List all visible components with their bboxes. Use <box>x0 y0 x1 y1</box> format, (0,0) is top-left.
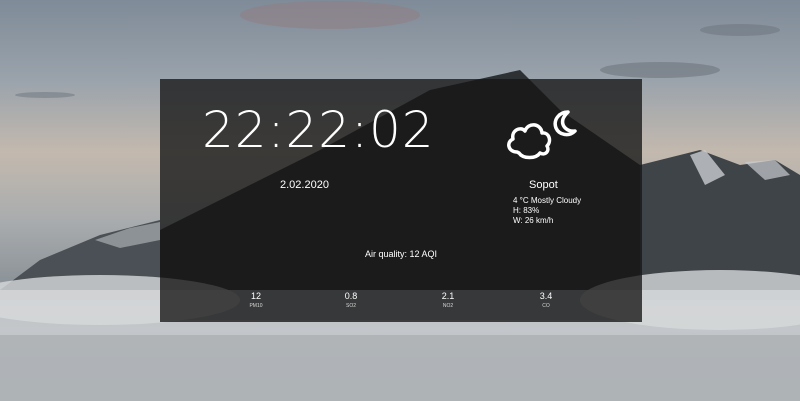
pollutant-value: 0.8 <box>344 291 358 301</box>
weather-city: Sopot <box>529 179 558 191</box>
pollutant-value: 12 <box>250 291 261 301</box>
pollutant-no2: 2.1 NO2 <box>428 291 468 309</box>
weather-wind: W: 26 km/h <box>513 216 554 225</box>
clock-time: 22:22:02 <box>202 101 435 159</box>
pollutant-label: CO <box>542 303 550 309</box>
pollutant-value: 2.1 <box>441 291 455 301</box>
pollutant-label: SO2 <box>345 303 356 309</box>
pollutant-label: PM10 <box>249 303 263 309</box>
date-label: 2.02.2020 <box>280 179 329 191</box>
cloud-moon-icon <box>507 110 577 160</box>
dashboard-panel: 22:22:02 2.02.2020 Sopot 4 °C Mostly Clo… <box>160 79 642 322</box>
wallpaper-background: 22:22:02 2.02.2020 Sopot 4 °C Mostly Clo… <box>0 0 800 401</box>
pollutant-co: 3.4 CO <box>526 291 566 309</box>
weather-humidity: H: 83% <box>513 206 540 215</box>
pollutant-value: 3.4 <box>539 291 553 301</box>
weather-details: 4 °C Mostly Cloudy H: 83% W: 26 km/h <box>513 196 581 226</box>
pollutant-label: NO2 <box>442 303 454 309</box>
weather-condition: 4 °C Mostly Cloudy <box>513 196 582 205</box>
pollutant-so2: 0.8 SO2 <box>331 291 371 309</box>
pollutant-list: 12 PM10 0.8 SO2 2.1 NO2 3.4 CO <box>160 291 642 315</box>
air-quality-summary: Air quality: 12 AQI <box>364 249 438 259</box>
pollutant-pm10: 12 PM10 <box>236 291 276 309</box>
